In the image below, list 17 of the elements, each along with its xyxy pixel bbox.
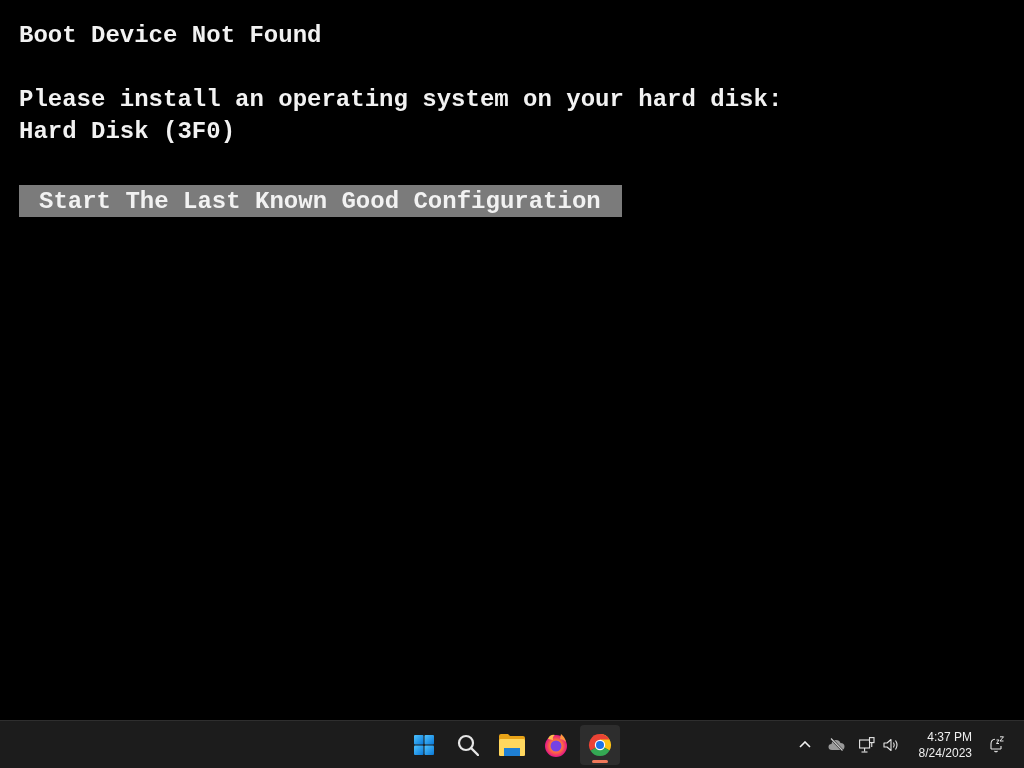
window-grid-icon bbox=[414, 734, 434, 755]
boot-option[interactable]: Start The Last Known Good Configuration bbox=[19, 185, 622, 217]
device-name: Hard Disk (3F0) bbox=[19, 117, 236, 147]
folder-icon bbox=[499, 733, 525, 756]
cloud-off-icon bbox=[828, 738, 846, 751]
round-browser-icon bbox=[588, 732, 612, 757]
clock-button[interactable]: 4:37 PM 8/24/2023 bbox=[914, 728, 976, 761]
error-message: Please install an operating system on your hard disk: bbox=[19, 85, 783, 115]
browser-button[interactable] bbox=[580, 724, 620, 765]
search-icon bbox=[457, 733, 479, 756]
error-title: Boot Device Not Found bbox=[19, 21, 322, 51]
running-indicator-icon bbox=[592, 759, 608, 763]
speaker-icon bbox=[882, 737, 899, 752]
chevron-up-icon bbox=[798, 741, 811, 748]
fox-browser-icon bbox=[544, 732, 568, 757]
wired-network-icon bbox=[858, 736, 875, 753]
bell-snooze-icon bbox=[987, 736, 1005, 753]
